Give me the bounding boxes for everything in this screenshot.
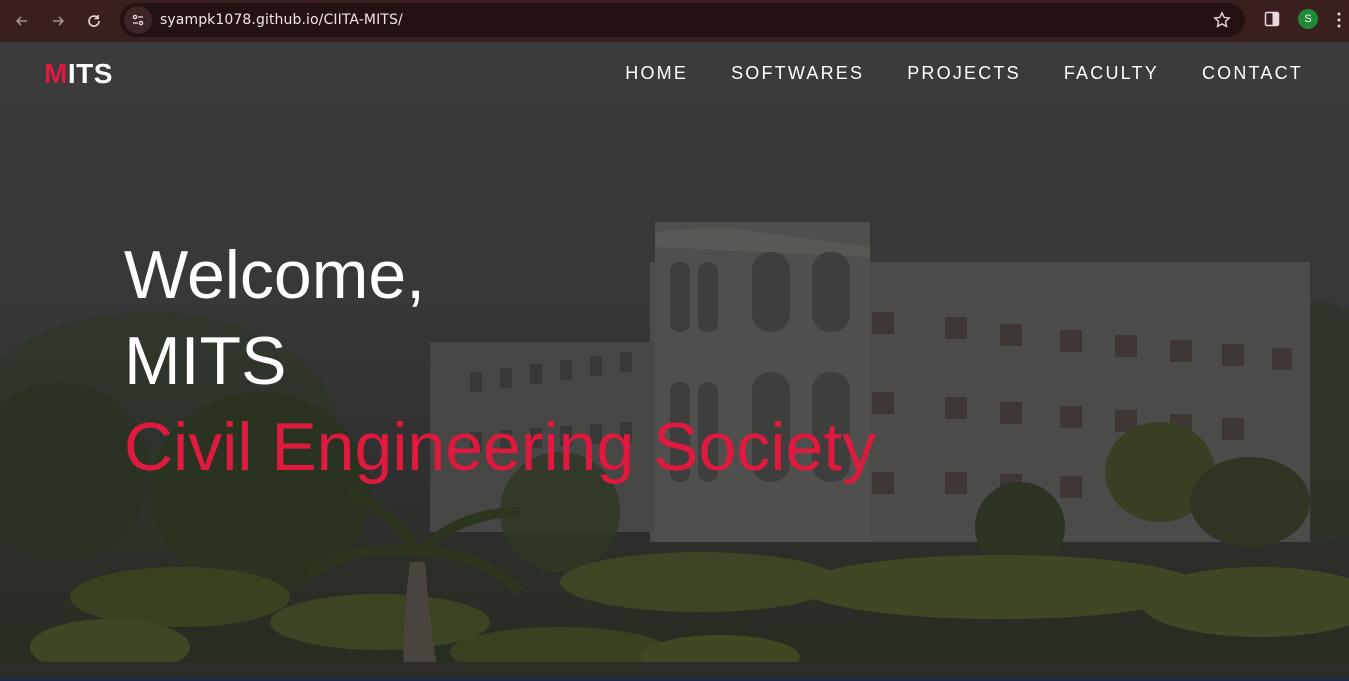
- nav-link-home[interactable]: HOME: [625, 63, 688, 84]
- forward-icon: [53, 16, 65, 26]
- site-info-icon: [132, 14, 144, 26]
- reload-icon: [88, 15, 100, 27]
- nav-link-projects[interactable]: PROJECTS: [907, 63, 1021, 84]
- back-button[interactable]: [4, 3, 40, 39]
- reload-button[interactable]: [76, 3, 112, 39]
- site-navbar: MITS HOME SOFTWARES PROJECTS FACULTY CON…: [0, 42, 1349, 105]
- society-text: Civil Engineering Society: [124, 409, 877, 485]
- star-icon[interactable]: [1213, 11, 1231, 29]
- welcome-text: Welcome,: [124, 237, 426, 313]
- nav-link-contact[interactable]: CONTACT: [1202, 63, 1303, 84]
- web-page: MITS HOME SOFTWARES PROJECTS FACULTY CON…: [0, 42, 1349, 681]
- mits-text: MITS: [124, 323, 287, 399]
- kebab-menu-icon[interactable]: [1336, 11, 1342, 29]
- hero-headline: Welcome, MITS Civil Engineering Society: [124, 232, 876, 490]
- site-logo[interactable]: MITS: [44, 58, 113, 90]
- logo-accent-letter: M: [44, 58, 68, 89]
- site-info-button[interactable]: [124, 6, 152, 34]
- profile-avatar[interactable]: S: [1298, 9, 1318, 29]
- url-text[interactable]: syampk1078.github.io/CIITA-MITS/: [160, 12, 403, 28]
- browser-toolbar: syampk1078.github.io/CIITA-MITS/ S: [0, 0, 1349, 42]
- nav-link-softwares[interactable]: SOFTWARES: [731, 63, 864, 84]
- nav-menu: HOME SOFTWARES PROJECTS FACULTY CONTACT: [582, 42, 1303, 105]
- nav-link-faculty[interactable]: FACULTY: [1064, 63, 1159, 84]
- forward-button[interactable]: [40, 3, 76, 39]
- side-panel-icon[interactable]: [1264, 11, 1280, 27]
- logo-text: ITS: [67, 58, 113, 89]
- back-icon: [15, 16, 27, 26]
- address-bar[interactable]: syampk1078.github.io/CIITA-MITS/: [120, 3, 1245, 37]
